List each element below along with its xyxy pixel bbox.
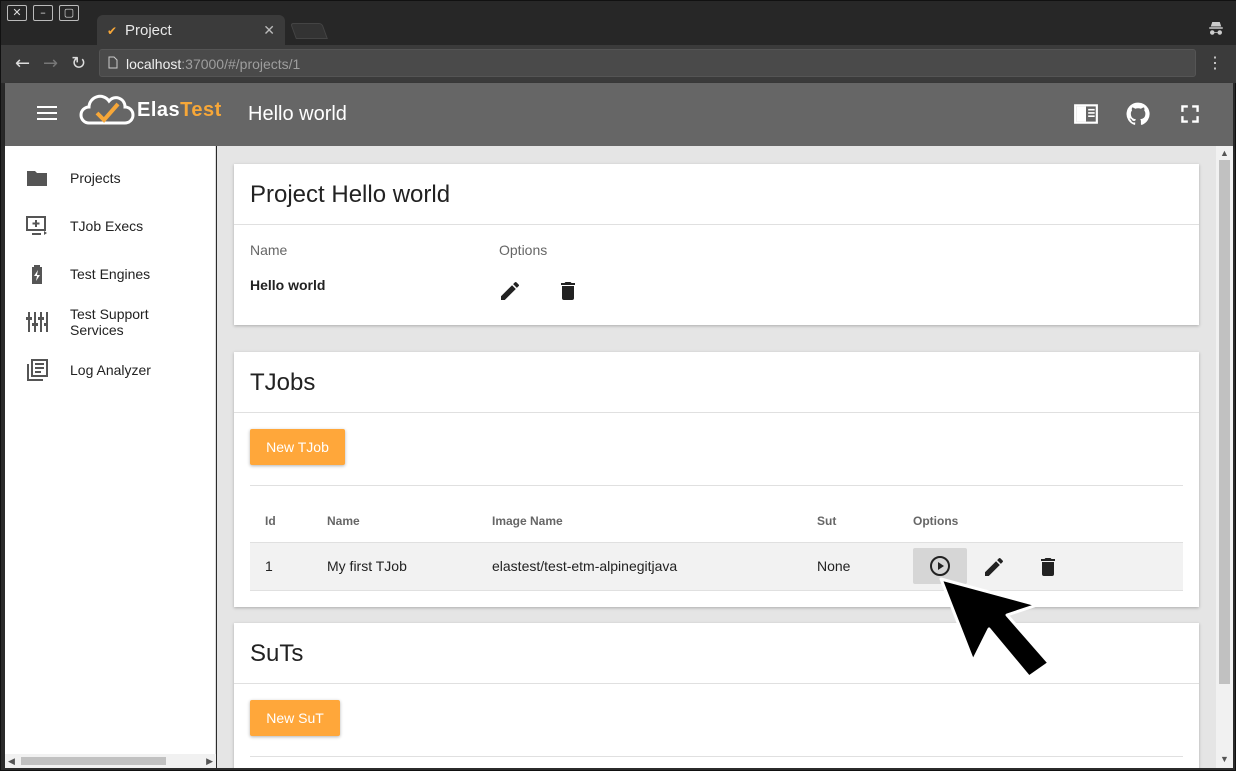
- tab-close-icon[interactable]: ✕: [263, 22, 275, 39]
- url-text: localhost:37000/#/projects/1: [126, 56, 301, 72]
- sidebar-item-label: Test Engines: [70, 266, 151, 282]
- divider: [234, 224, 1199, 225]
- tab-title: Project: [125, 22, 172, 39]
- browser-window: ✕ – ▢ ✔ Project ✕ ← → ↻ localhost:37000/…: [0, 0, 1236, 771]
- menu-icon[interactable]: [37, 106, 57, 122]
- elastest-logo[interactable]: ElasTest: [79, 93, 222, 129]
- fullscreen-icon[interactable]: [1177, 101, 1203, 127]
- options-column-header: Options: [499, 242, 548, 258]
- sidebar-item-label: Test Support Services: [70, 306, 149, 338]
- forward-arrow-icon[interactable]: →: [43, 53, 58, 74]
- app-header: ElasTest Hello world: [5, 83, 1233, 146]
- sidebar-item-log-analyzer[interactable]: Log Analyzer: [5, 350, 216, 390]
- sliders-icon: [25, 310, 49, 334]
- tjob-sut-cell: None: [817, 558, 851, 574]
- page-info-icon[interactable]: [108, 56, 118, 72]
- elastest-favicon-icon: ✔: [107, 24, 118, 38]
- horizontal-scrollbar[interactable]: ◀ ▶: [5, 754, 216, 768]
- trash-icon: [561, 282, 575, 300]
- title-bar: ✕ – ▢ ✔ Project ✕: [1, 1, 1236, 47]
- library-books-icon: [25, 358, 49, 382]
- browser-tab[interactable]: ✔ Project ✕: [97, 15, 285, 47]
- back-arrow-icon[interactable]: ←: [15, 53, 30, 74]
- tjob-name-cell: My first TJob: [327, 558, 407, 574]
- edit-project-button[interactable]: [498, 279, 522, 303]
- pencil-icon: [501, 281, 519, 300]
- divider: [250, 485, 1183, 486]
- new-tjob-button[interactable]: New TJob: [250, 429, 345, 465]
- browser-toolbar: ← → ↻ localhost:37000/#/projects/1 ⋮: [1, 45, 1236, 83]
- scroll-up-icon[interactable]: ▲: [1220, 146, 1229, 160]
- scroll-left-icon[interactable]: ◀: [8, 754, 15, 768]
- close-window-button[interactable]: ✕: [7, 5, 27, 21]
- github-icon[interactable]: [1125, 101, 1151, 127]
- toggle-panel-icon[interactable]: [1073, 101, 1099, 127]
- maximize-window-button[interactable]: ▢: [59, 5, 79, 21]
- new-sut-button[interactable]: New SuT: [250, 700, 340, 736]
- column-header-name: Name: [327, 514, 360, 528]
- sidebar-item-label: Projects: [70, 170, 121, 186]
- scroll-down-icon[interactable]: ▼: [1220, 752, 1229, 766]
- annotation-arrow-icon: [939, 577, 1051, 679]
- name-column-header: Name: [250, 242, 288, 258]
- main-content: Project Hello world Name Options Hello w…: [217, 146, 1216, 768]
- reload-icon[interactable]: ↻: [71, 53, 86, 74]
- scroll-right-icon[interactable]: ▶: [206, 754, 213, 768]
- browser-menu-icon[interactable]: ⋮: [1207, 53, 1223, 73]
- header-title: Hello world: [248, 103, 347, 125]
- delete-project-button[interactable]: [556, 279, 580, 303]
- tjob-image-cell: elastest/test-etm-alpinegitjava: [492, 558, 678, 574]
- tjob-id-cell: 1: [265, 558, 273, 574]
- scrollbar-thumb[interactable]: [1219, 160, 1230, 684]
- tjobs-card: TJobs New TJob Id Name Image Name Sut Op…: [234, 352, 1199, 607]
- battery-bolt-icon: [25, 262, 49, 286]
- folder-icon: [25, 166, 49, 190]
- suts-card-title: SuTs: [250, 640, 304, 667]
- sidebar-item-projects[interactable]: Projects: [5, 158, 216, 198]
- monitor-add-icon: [25, 214, 49, 238]
- vertical-scrollbar[interactable]: ▲ ▼: [1216, 146, 1233, 768]
- sidebar-item-tjob-execs[interactable]: TJob Execs: [5, 206, 216, 246]
- sidebar-item-label: Log Analyzer: [70, 362, 151, 378]
- project-name-value: Hello world: [250, 277, 326, 293]
- project-card: Project Hello world Name Options Hello w…: [234, 164, 1199, 325]
- scrollbar-thumb[interactable]: [21, 757, 166, 765]
- project-card-title: Project Hello world: [250, 181, 451, 208]
- logo-text: ElasTest: [137, 99, 222, 121]
- new-tab-button[interactable]: [290, 23, 328, 39]
- tjobs-card-title: TJobs: [250, 369, 316, 396]
- column-header-id: Id: [265, 514, 276, 528]
- column-header-image-name: Image Name: [492, 514, 563, 528]
- minimize-window-button[interactable]: –: [33, 5, 53, 21]
- sidebar-item-test-support-services[interactable]: Test Support Services: [5, 302, 216, 342]
- column-header-options: Options: [913, 514, 959, 528]
- divider: [234, 412, 1199, 413]
- column-header-sut: Sut: [817, 514, 837, 528]
- address-bar[interactable]: localhost:37000/#/projects/1: [99, 49, 1196, 77]
- divider: [250, 756, 1183, 757]
- incognito-icon: [1207, 19, 1225, 42]
- sidebar: Projects TJob Execs Test Engines Test Su…: [5, 146, 216, 768]
- sidebar-item-label: TJob Execs: [70, 218, 144, 234]
- sidebar-item-test-engines[interactable]: Test Engines: [5, 254, 216, 294]
